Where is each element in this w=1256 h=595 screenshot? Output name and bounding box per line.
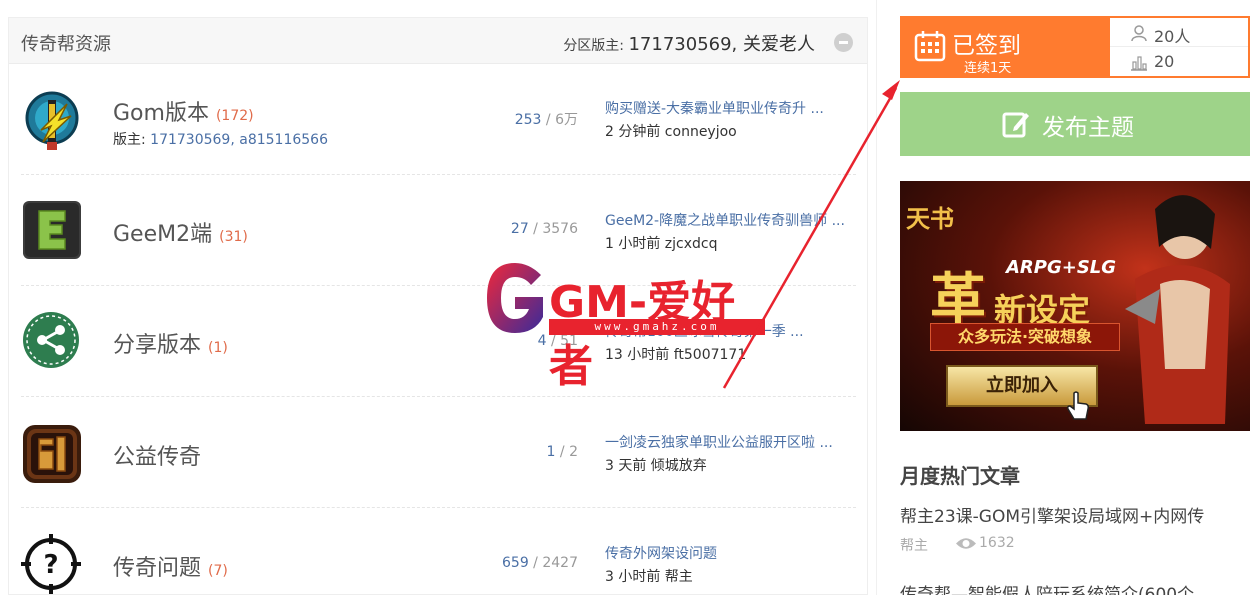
forum-mods-names[interactable]: 171730569, a815116566 [150, 132, 328, 148]
forum-today-count: (172) [215, 108, 254, 124]
forum-today-count: (31) [219, 229, 248, 245]
signin-status: 已签到 [952, 33, 1021, 59]
dragon-icon[interactable] [21, 423, 83, 485]
stats-separator: / [528, 221, 543, 237]
forum-name[interactable]: 分享版本 (1) [113, 327, 228, 359]
new-thread-label: 发布主题 [1042, 115, 1134, 141]
user-icon [1131, 25, 1147, 42]
hand-cursor-icon [1067, 391, 1089, 420]
hot-article-meta: 帮主 1632 [900, 535, 1015, 555]
forum-today-count: (1) [208, 340, 228, 356]
last-post-meta[interactable]: 3 天前 倾城放弃 [605, 455, 707, 475]
last-post-meta[interactable]: 13 小时前 ft5007171 [605, 344, 746, 364]
signin-stats: 20人 20 [1110, 18, 1248, 76]
last-post-meta[interactable]: 1 小时前 zjcxdcq [605, 233, 718, 253]
hot-article-author[interactable]: 帮主 [900, 538, 928, 554]
svg-text:?: ? [43, 550, 58, 580]
forum-stats: 1 / 2 [547, 444, 578, 460]
forum-stats: 27 / 3576 [511, 221, 578, 237]
forum-name-text[interactable]: GeeM2端 [113, 222, 212, 247]
forum-stats: 659 / 2427 [502, 555, 578, 571]
calendar-icon [914, 31, 946, 62]
new-thread-button[interactable]: 发布主题 [900, 92, 1250, 156]
last-post-title[interactable]: 传奇外网架设问题 [605, 543, 865, 563]
signin-total-count: 20 [1154, 52, 1175, 71]
post-count: 2 [569, 444, 578, 460]
signin-people-count: 20人 [1154, 27, 1191, 46]
game-ad-banner[interactable]: 天书 ARPG+SLG 革 新设定 众多玩法·突破想象 立即加入 [900, 181, 1250, 431]
ad-game-logo-text: 天书 [906, 204, 954, 233]
signin-people-row: 20人 [1110, 18, 1248, 47]
stats-separator: / [528, 555, 543, 571]
thread-count: 659 [502, 555, 529, 571]
stats-separator: / [546, 333, 561, 349]
forum-name[interactable]: 公益传奇 [113, 439, 201, 471]
thread-count: 27 [510, 221, 529, 237]
forum-mods-label: 版主: [113, 132, 151, 148]
last-post-title[interactable]: GeeM2-降魔之战单职业传奇驯兽师 ... [605, 210, 865, 230]
share-icon[interactable] [21, 312, 83, 374]
ad-character-illustration [1125, 195, 1230, 424]
hot-articles-heading: 月度热门文章 [900, 464, 1020, 488]
collapse-button[interactable] [834, 33, 853, 52]
ad-subline: 众多玩法·突破想象 [930, 323, 1120, 351]
moderators-names[interactable]: 171730569, 关爱老人 [628, 34, 815, 55]
forum-row-share: 分享版本 (1) 4 / 51 传奇帮100区冰雪传奇第一季 ... 13 小时… [21, 287, 856, 397]
forum-stats: 4 / 51 [538, 333, 578, 349]
page-root: 传奇帮资源 分区版主: 171730569, 关爱老人 Gom版本 (172) … [0, 0, 1256, 595]
last-post-meta[interactable]: 3 小时前 帮主 [605, 566, 693, 586]
panel-header: 传奇帮资源 分区版主: 171730569, 关爱老人 [9, 18, 867, 64]
category-moderators: 分区版主: 171730569, 关爱老人 [563, 30, 815, 56]
hot-article-title[interactable]: 帮主23课-GOM引擎架设局域网+内网传 [900, 502, 1204, 527]
ad-genre-tag: ARPG+SLG [1006, 257, 1117, 278]
moderators-label: 分区版主: [563, 38, 629, 54]
question-target-icon[interactable]: ? [21, 534, 83, 595]
thread-count: 4 [537, 333, 547, 349]
forum-row-gom: Gom版本 (172) 版主: 171730569, a815116566 25… [21, 65, 856, 175]
last-post-title[interactable]: 传奇帮100区冰雪传奇第一季 ... [605, 321, 865, 341]
category-title[interactable]: 传奇帮资源 [21, 30, 111, 56]
signin-total-row: 20 [1110, 47, 1248, 76]
forum-today-count: (7) [208, 563, 228, 579]
forum-name-text[interactable]: Gom版本 [113, 101, 209, 126]
forum-category-panel: 传奇帮资源 分区版主: 171730569, 关爱老人 Gom版本 (172) … [8, 17, 868, 595]
geem2-e-icon[interactable] [21, 201, 83, 263]
stats-separator: / [541, 112, 556, 128]
last-post-title[interactable]: 购买赠送-大秦霸业单职业传奇升 ... [605, 98, 865, 118]
last-post-meta[interactable]: 2 分钟前 conneyjoo [605, 121, 737, 141]
edit-icon [1002, 112, 1029, 138]
stats-separator: / [555, 444, 570, 460]
forum-name[interactable]: GeeM2端 (31) [113, 216, 248, 248]
hot-article-views: 1632 [979, 535, 1015, 551]
post-count: 2427 [542, 555, 578, 571]
forum-moderators: 版主: 171730569, a815116566 [113, 129, 328, 149]
forum-name-text[interactable]: 传奇问题 [113, 556, 201, 581]
bar-chart-icon [1131, 56, 1147, 71]
column-divider [876, 0, 877, 595]
signin-box[interactable]: 已签到 连续1天 20人 20 [900, 16, 1250, 78]
forum-name-text[interactable]: 分享版本 [113, 333, 201, 358]
post-count: 3576 [542, 221, 578, 237]
gom-lightning-icon[interactable] [21, 90, 83, 152]
post-count: 6万 [555, 112, 578, 128]
forum-name[interactable]: 传奇问题 (7) [113, 550, 228, 582]
hot-article-title[interactable]: 传奇帮—智能假人陪玩系统简介(600个 [900, 580, 1194, 595]
eye-icon [956, 538, 976, 549]
forum-row-questions: ? 传奇问题 (7) 659 / 2427 传奇外网架设问题 3 小时前 帮主 [21, 509, 856, 595]
forum-row-geem2: GeeM2端 (31) 27 / 3576 GeeM2-降魔之战单职业传奇驯兽师… [21, 176, 856, 286]
forum-name-text[interactable]: 公益传奇 [113, 445, 201, 470]
signin-streak: 连续1天 [964, 61, 1012, 76]
forum-row-charity: 公益传奇 1 / 2 一剑凌云独家单职业公益服开区啦 ... 3 天前 倾城放弃 [21, 398, 856, 508]
last-post-title[interactable]: 一剑凌云独家单职业公益服开区啦 ... [605, 432, 865, 452]
forum-name[interactable]: Gom版本 (172) [113, 95, 254, 127]
thread-count: 253 [514, 112, 542, 128]
forum-stats: 253 / 6万 [515, 109, 578, 129]
post-count: 51 [560, 333, 578, 349]
